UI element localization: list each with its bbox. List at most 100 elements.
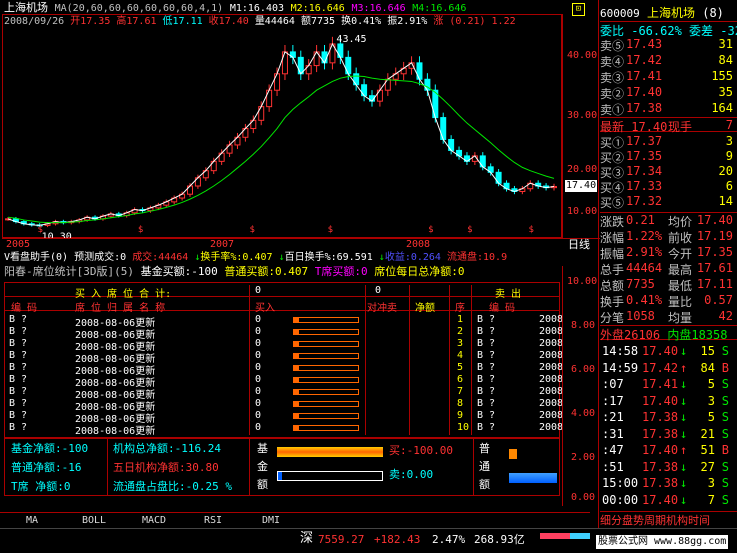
tick-bs: S: [721, 492, 729, 507]
table-header-row: 编 码 席 位 归 属 名 称 买入 对冲卖 净额 序 编 码: [5, 299, 559, 314]
buy-price: 17.37: [626, 134, 663, 148]
row-no: 2: [457, 326, 464, 337]
table-row[interactable]: B ? 2008-08-06更新 0 1 B ? 2008: [5, 314, 563, 329]
col-seat: 席 位 归 属 名 称: [75, 303, 166, 314]
row-seat-name: 2008-08-06更新: [75, 426, 156, 437]
fund-buy-amt: 买:-100.00: [389, 444, 453, 457]
row-buy-bar: [293, 425, 359, 431]
stat-value2: 0.57: [704, 293, 733, 307]
high-price-label: 43.45: [336, 34, 366, 45]
buy-order-row: 买① 17.37 3: [600, 134, 737, 150]
table-row[interactable]: B ? 2008-08-06更新 0 9 B ? 2008: [5, 410, 563, 425]
row-date2: 2008: [539, 326, 564, 337]
rp-inner: 内盘18358: [667, 328, 728, 342]
sell-label: 卖⑤: [600, 39, 625, 53]
ma-m3: M3:16.646: [351, 3, 406, 14]
tick-bs: S: [721, 393, 729, 408]
normal-sell-bar: [509, 473, 557, 483]
stat-value: 7735: [626, 277, 655, 291]
ticker-price: 7559.27: [318, 533, 365, 546]
row-date2: 2008: [539, 422, 564, 433]
sell-price: 17.38: [626, 101, 663, 115]
row-date2: 2008: [539, 338, 564, 349]
row-buy: 0: [255, 362, 262, 373]
row-buy-bar: [293, 329, 359, 335]
buy-vol: 20: [718, 164, 733, 178]
arrow-down-icon: ↓: [680, 344, 688, 358]
normal-label-3: 额: [479, 478, 490, 491]
table-row[interactable]: B ? 2008-08-06更新 0 10 B ? 2008: [5, 422, 563, 437]
dividend-marker-icon: $: [467, 225, 472, 235]
tab-macd[interactable]: MACD: [142, 515, 166, 527]
table-row[interactable]: B ? 2008-08-06更新 0 7 B ? 2008: [5, 386, 563, 401]
row-buy: 0: [255, 374, 262, 385]
tick-row: 15:00 17.38 ↓ 3 S: [600, 476, 737, 491]
tick-price: 17.40: [642, 344, 679, 358]
rp-commit-diff: 委差 -327: [689, 24, 737, 38]
row-buy: 0: [255, 326, 262, 337]
buy-price: 17.33: [626, 179, 663, 193]
sell-order-row: 卖③ 17.41 155: [600, 69, 737, 85]
rp-footer[interactable]: 细分盘势周期机构时间: [600, 511, 737, 527]
row-no: 7: [457, 386, 464, 397]
ytick-40: 40.00: [567, 50, 598, 61]
dividend-marker-icon: $: [138, 225, 143, 235]
row-no: 3: [457, 338, 464, 349]
table-row[interactable]: B ? 2008-08-06更新 0 5 B ? 2008: [5, 362, 563, 377]
tab-boll[interactable]: BOLL: [82, 515, 106, 527]
candle-body: [416, 62, 423, 80]
seat-fund: 基金买额:-100: [140, 265, 218, 278]
tab-dmi[interactable]: DMI: [262, 515, 280, 527]
tick-vol: 3: [707, 476, 715, 490]
tick-price: 17.40: [642, 492, 679, 507]
seat-t: T席买额:0: [314, 265, 368, 278]
arrow-down-icon: ↓: [680, 426, 688, 441]
seat-header: 阳春-席位统计[3D版](5) 基金买额:-100 普通买额:0.407 T席买…: [4, 266, 464, 278]
table-row[interactable]: B ? 2008-08-06更新 0 6 B ? 2008: [5, 374, 563, 389]
arrow-up-icon: ↑: [680, 360, 688, 375]
ma-m2: M2:16.646: [290, 3, 345, 14]
sell-vol: 84: [718, 53, 733, 67]
fund-label-1: 基: [257, 442, 268, 455]
normal-label-1: 普: [479, 442, 490, 455]
scale2-2: 2.00: [571, 452, 596, 463]
seat-daily-total: 席位每日总净额:0: [374, 265, 465, 278]
sum-five-day: 五日机构净额:30.80: [113, 461, 219, 474]
buy-vol: 14: [718, 194, 733, 208]
arrow-up-icon: ↑: [680, 443, 688, 457]
tick-vol: 7: [707, 492, 715, 507]
table-row[interactable]: B ? 2008-08-06更新 0 2 B ? 2008: [5, 326, 563, 341]
candle-body: [345, 56, 352, 75]
period-daily[interactable]: 日线: [568, 239, 590, 251]
row-code2: B ?: [477, 374, 496, 385]
row-buy-bar: [293, 365, 359, 371]
seat-title: 阳春-席位统计[3D版](5): [4, 265, 134, 278]
sum-inst: 机构总净额:-116.24: [113, 442, 221, 455]
row-no: 10: [457, 422, 470, 433]
stat-label: 换手: [600, 295, 625, 309]
tab-rsi[interactable]: RSI: [204, 515, 222, 527]
stats-block: 涨跌 0.21 均价 17.40 涨幅 1.22% 前收 17.19 振幅 2.91% 今开 17.3…: [600, 212, 737, 325]
table-row[interactable]: B ? 2008-08-06更新 0 4 B ? 2008: [5, 350, 563, 365]
row-code2: B ?: [477, 398, 496, 409]
rp-current-vol: 7: [725, 118, 733, 132]
buy-vol: 6: [725, 179, 733, 193]
buy-title: 买 入 席 位 合 计:: [75, 289, 172, 300]
col-code2: 编 码: [489, 303, 516, 314]
tick-time: 15:00: [602, 476, 639, 490]
row-no: 4: [457, 350, 464, 361]
col-offset: 对冲卖: [367, 303, 397, 314]
rp-footer-text[interactable]: 细分盘势周期机构时间: [600, 514, 710, 527]
rp-in-out: 外盘26106 内盘18358: [600, 325, 737, 342]
tick-price: 17.38: [642, 426, 679, 441]
row-no: 9: [457, 410, 464, 421]
tick-row: :31 17.38 ↓ 21 S: [600, 427, 737, 442]
kline-chart: 43.4510.30$ $ $ $ $ $ $: [5, 34, 557, 238]
row-code: B ?: [9, 374, 28, 385]
stat-row: 涨跌 0.21 均价 17.40: [600, 213, 737, 229]
dividend-marker-icon: $: [328, 225, 333, 235]
table-row[interactable]: B ? 2008-08-06更新 0 3 B ? 2008: [5, 338, 563, 353]
close-line: [7, 42, 555, 226]
table-row[interactable]: B ? 2008-08-06更新 0 8 B ? 2008: [5, 398, 563, 413]
tab-ma[interactable]: MA: [26, 515, 38, 527]
